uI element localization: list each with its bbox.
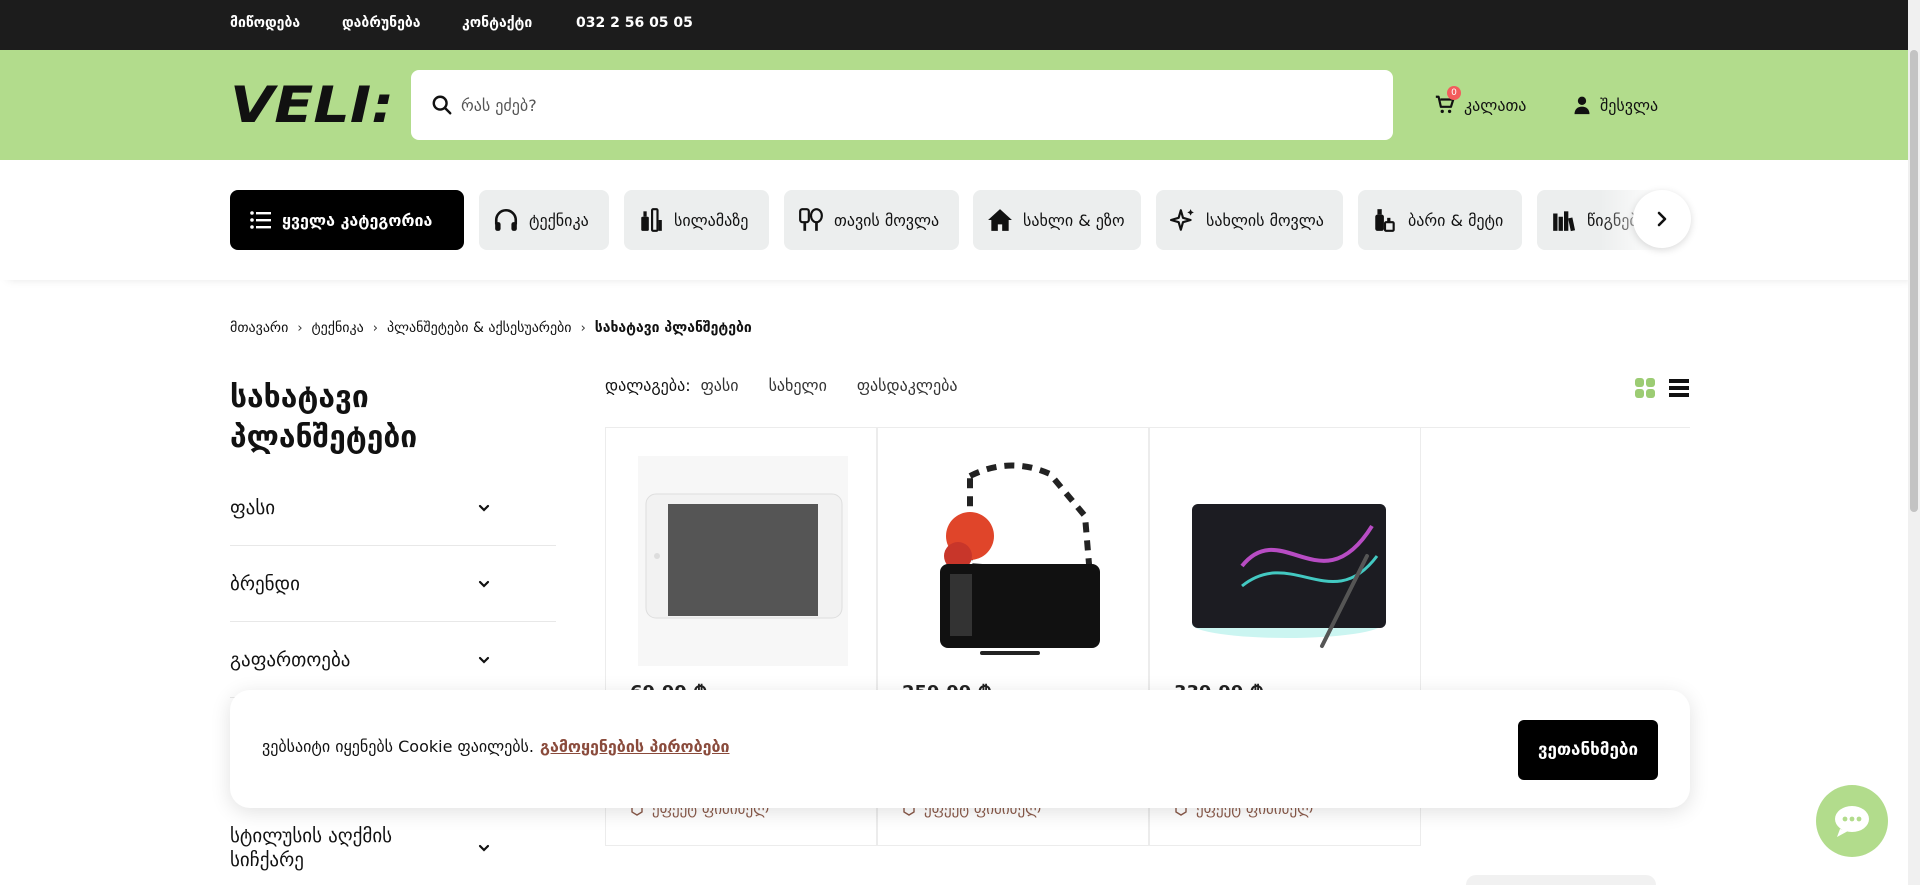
filter-resolution[interactable]: გაფართოება bbox=[230, 622, 556, 698]
product-image bbox=[910, 456, 1120, 666]
page-title: სახატავი პლანშეტები bbox=[230, 380, 418, 455]
search-box[interactable] bbox=[411, 70, 1393, 140]
category-label: ბარი & მეტი bbox=[1408, 210, 1504, 230]
grid-view-icon[interactable] bbox=[1634, 377, 1656, 399]
filter-label: გაფართოება bbox=[230, 648, 351, 671]
cart-button[interactable]: 0 კალათა bbox=[1434, 86, 1527, 118]
sort-label: დალაგება: bbox=[605, 376, 691, 395]
books-icon bbox=[1553, 211, 1576, 232]
chevron-down-icon bbox=[478, 656, 490, 664]
category-next-button[interactable] bbox=[1633, 190, 1691, 248]
logo-text: VELI: bbox=[230, 82, 394, 126]
sparkle-icon bbox=[1170, 209, 1194, 231]
chevron-down-icon bbox=[478, 844, 490, 852]
breadcrumb-separator-icon: › bbox=[297, 320, 303, 336]
breadcrumb-tech[interactable]: ტექნიკა bbox=[312, 320, 364, 336]
filter-label: სტილუსის აღქმის სიჩქარე bbox=[230, 825, 393, 871]
veli-logo[interactable]: VELI: bbox=[230, 82, 396, 126]
category-tech[interactable]: ტექნიკა bbox=[479, 190, 609, 250]
sort-option-discount[interactable]: ფასდაკლება bbox=[857, 376, 958, 395]
partial-element bbox=[1466, 875, 1656, 885]
topbar-phone[interactable]: 032 2 56 05 05 bbox=[576, 15, 693, 31]
category-bar[interactable]: ბარი & მეტი bbox=[1358, 190, 1522, 250]
filter-label: ბრენდი bbox=[230, 572, 300, 595]
scrollbar-thumb[interactable] bbox=[1910, 50, 1918, 512]
cart-count-badge: 0 bbox=[1447, 86, 1461, 100]
chevron-down-icon bbox=[478, 504, 490, 512]
category-label: ყველა კატეგორია bbox=[282, 210, 433, 230]
topbar-link-returns[interactable]: დაბრუნება bbox=[342, 15, 421, 31]
breadcrumb: მთავარი › ტექნიკა › პლანშეტები & აქსესუა… bbox=[230, 320, 752, 336]
category-label: თავის მოვლა bbox=[834, 210, 940, 230]
search-icon bbox=[432, 95, 452, 115]
category-label: სილამაზე bbox=[674, 210, 749, 230]
cookie-text: ვებსაიტი იყენებს Cookie ფაილებს. bbox=[262, 737, 534, 756]
cart-label: კალათა bbox=[1464, 95, 1527, 115]
top-bar: მიწოდება დაბრუნება კონტაქტი 032 2 56 05 … bbox=[0, 0, 1920, 50]
filter-brand[interactable]: ბრენდი bbox=[230, 546, 556, 622]
topbar-link-delivery[interactable]: მიწოდება bbox=[230, 15, 300, 31]
cookie-terms-link[interactable]: გამოყენების პირობები bbox=[540, 737, 730, 756]
category-label: ტექნიკა bbox=[529, 210, 589, 230]
filter-price[interactable]: ფასი bbox=[230, 470, 556, 546]
breadcrumb-home[interactable]: მთავარი bbox=[230, 320, 288, 336]
breadcrumb-separator-icon: › bbox=[372, 320, 378, 336]
chat-button[interactable] bbox=[1816, 785, 1888, 857]
house-icon bbox=[988, 209, 1012, 231]
category-label: სახლი & ეზო bbox=[1023, 210, 1125, 230]
category-all[interactable]: ყველა კატეგორია bbox=[230, 190, 464, 250]
sort-option-name[interactable]: სახელი bbox=[769, 376, 827, 395]
cookie-banner: ვებსაიტი იყენებს Cookie ფაილებს. გამოყენე… bbox=[230, 690, 1690, 808]
chevron-down-icon bbox=[478, 580, 490, 588]
breadcrumb-current: სახატავი პლანშეტები bbox=[594, 320, 752, 336]
category-home-garden[interactable]: სახლი & ეზო bbox=[973, 190, 1141, 250]
login-button[interactable]: შესვლა bbox=[1572, 92, 1658, 118]
product-image bbox=[638, 456, 848, 666]
product-image bbox=[1182, 456, 1392, 666]
category-beauty[interactable]: სილამაზე bbox=[624, 190, 769, 250]
headphones-icon bbox=[494, 208, 518, 231]
list-icon bbox=[250, 211, 271, 229]
user-icon bbox=[1574, 96, 1590, 115]
cart-icon: 0 bbox=[1434, 86, 1461, 116]
cookie-accept-button[interactable]: ვეთანხმები bbox=[1518, 720, 1658, 780]
filter-stylus-speed[interactable]: სტილუსის აღქმის სიჩქარე bbox=[230, 812, 556, 884]
search-input[interactable] bbox=[461, 88, 1361, 122]
cosmetics-icon bbox=[641, 208, 662, 232]
cookie-text-wrap: ვებსაიტი იყენებს Cookie ფაილებს. გამოყენე… bbox=[262, 737, 730, 756]
category-label: სახლის მოვლა bbox=[1206, 210, 1324, 230]
list-view-icon[interactable] bbox=[1668, 377, 1690, 399]
category-home-care[interactable]: სახლის მოვლა bbox=[1156, 190, 1343, 250]
chat-icon bbox=[1835, 806, 1869, 837]
topbar-link-contact[interactable]: კონტაქტი bbox=[462, 15, 532, 31]
sort-option-price[interactable]: ფასი bbox=[701, 376, 739, 395]
bottles-icon bbox=[1375, 209, 1395, 232]
chevron-right-icon bbox=[1657, 211, 1667, 227]
breadcrumb-separator-icon: › bbox=[580, 320, 586, 336]
category-head-care[interactable]: თავის მოვლა bbox=[784, 190, 959, 250]
breadcrumb-tablets[interactable]: პლანშეტები & აქსესუარები bbox=[387, 320, 572, 336]
mirror-icon bbox=[799, 208, 823, 231]
login-label: შესვლა bbox=[1600, 95, 1659, 115]
filter-label: ფასი bbox=[230, 496, 276, 519]
sort-bar: დალაგება: ფასი სახელი ფასდაკლება bbox=[605, 376, 957, 395]
